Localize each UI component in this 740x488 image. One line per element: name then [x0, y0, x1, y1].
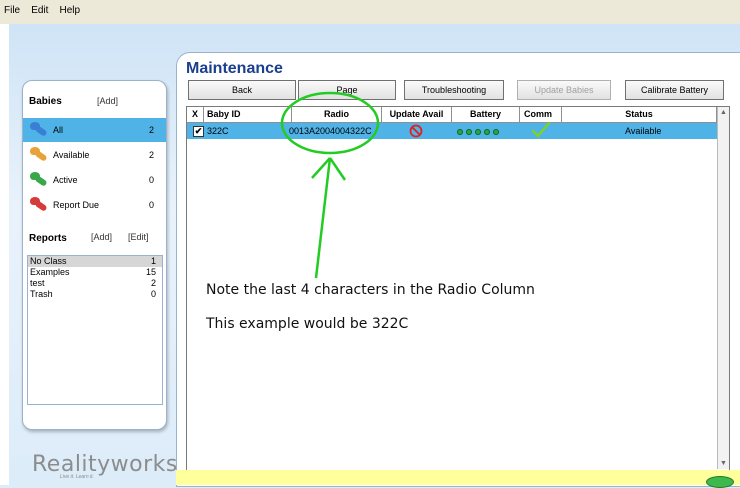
annotation-example: This example would be 322C: [206, 316, 409, 332]
annotation-note: Note the last 4 characters in the Radio …: [206, 282, 535, 298]
annotation-overlay: [280, 91, 380, 279]
status-bar: [176, 470, 740, 485]
annotation-arrow-head-right: [328, 157, 347, 181]
annotation-circle: [280, 91, 380, 155]
status-indicator-icon[interactable]: [706, 476, 734, 488]
annotation-arrow-shaft: [314, 157, 332, 279]
